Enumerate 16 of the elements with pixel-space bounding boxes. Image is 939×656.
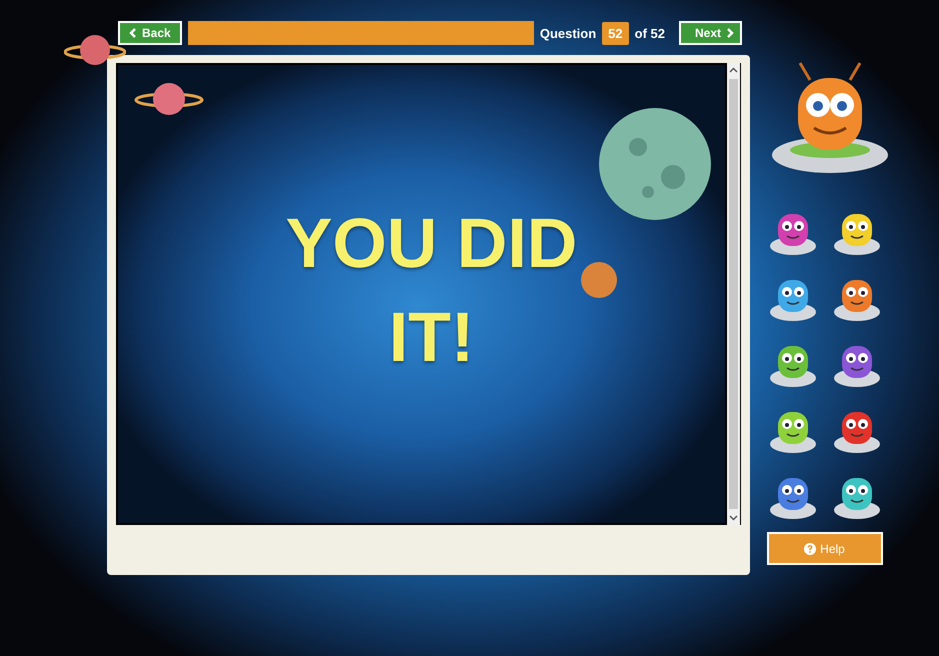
chevron-left-icon	[129, 28, 137, 38]
scrollbar[interactable]	[727, 63, 740, 525]
help-button[interactable]: Help	[766, 532, 882, 565]
question-circle-icon	[804, 542, 816, 554]
chevron-right-icon	[726, 28, 734, 38]
next-button[interactable]: Next	[678, 21, 742, 45]
success-message: IT!	[388, 302, 474, 372]
planet-icon	[580, 261, 618, 299]
question-label: Question	[540, 26, 596, 40]
back-button[interactable]: Back	[118, 21, 182, 45]
success-message: YOU DID	[286, 208, 578, 278]
question-total: of 52	[634, 26, 665, 40]
scroll-up-icon[interactable]	[729, 67, 738, 73]
scroll-down-icon[interactable]	[729, 515, 738, 521]
moon-icon	[598, 107, 712, 221]
question-number: 52	[602, 22, 629, 44]
